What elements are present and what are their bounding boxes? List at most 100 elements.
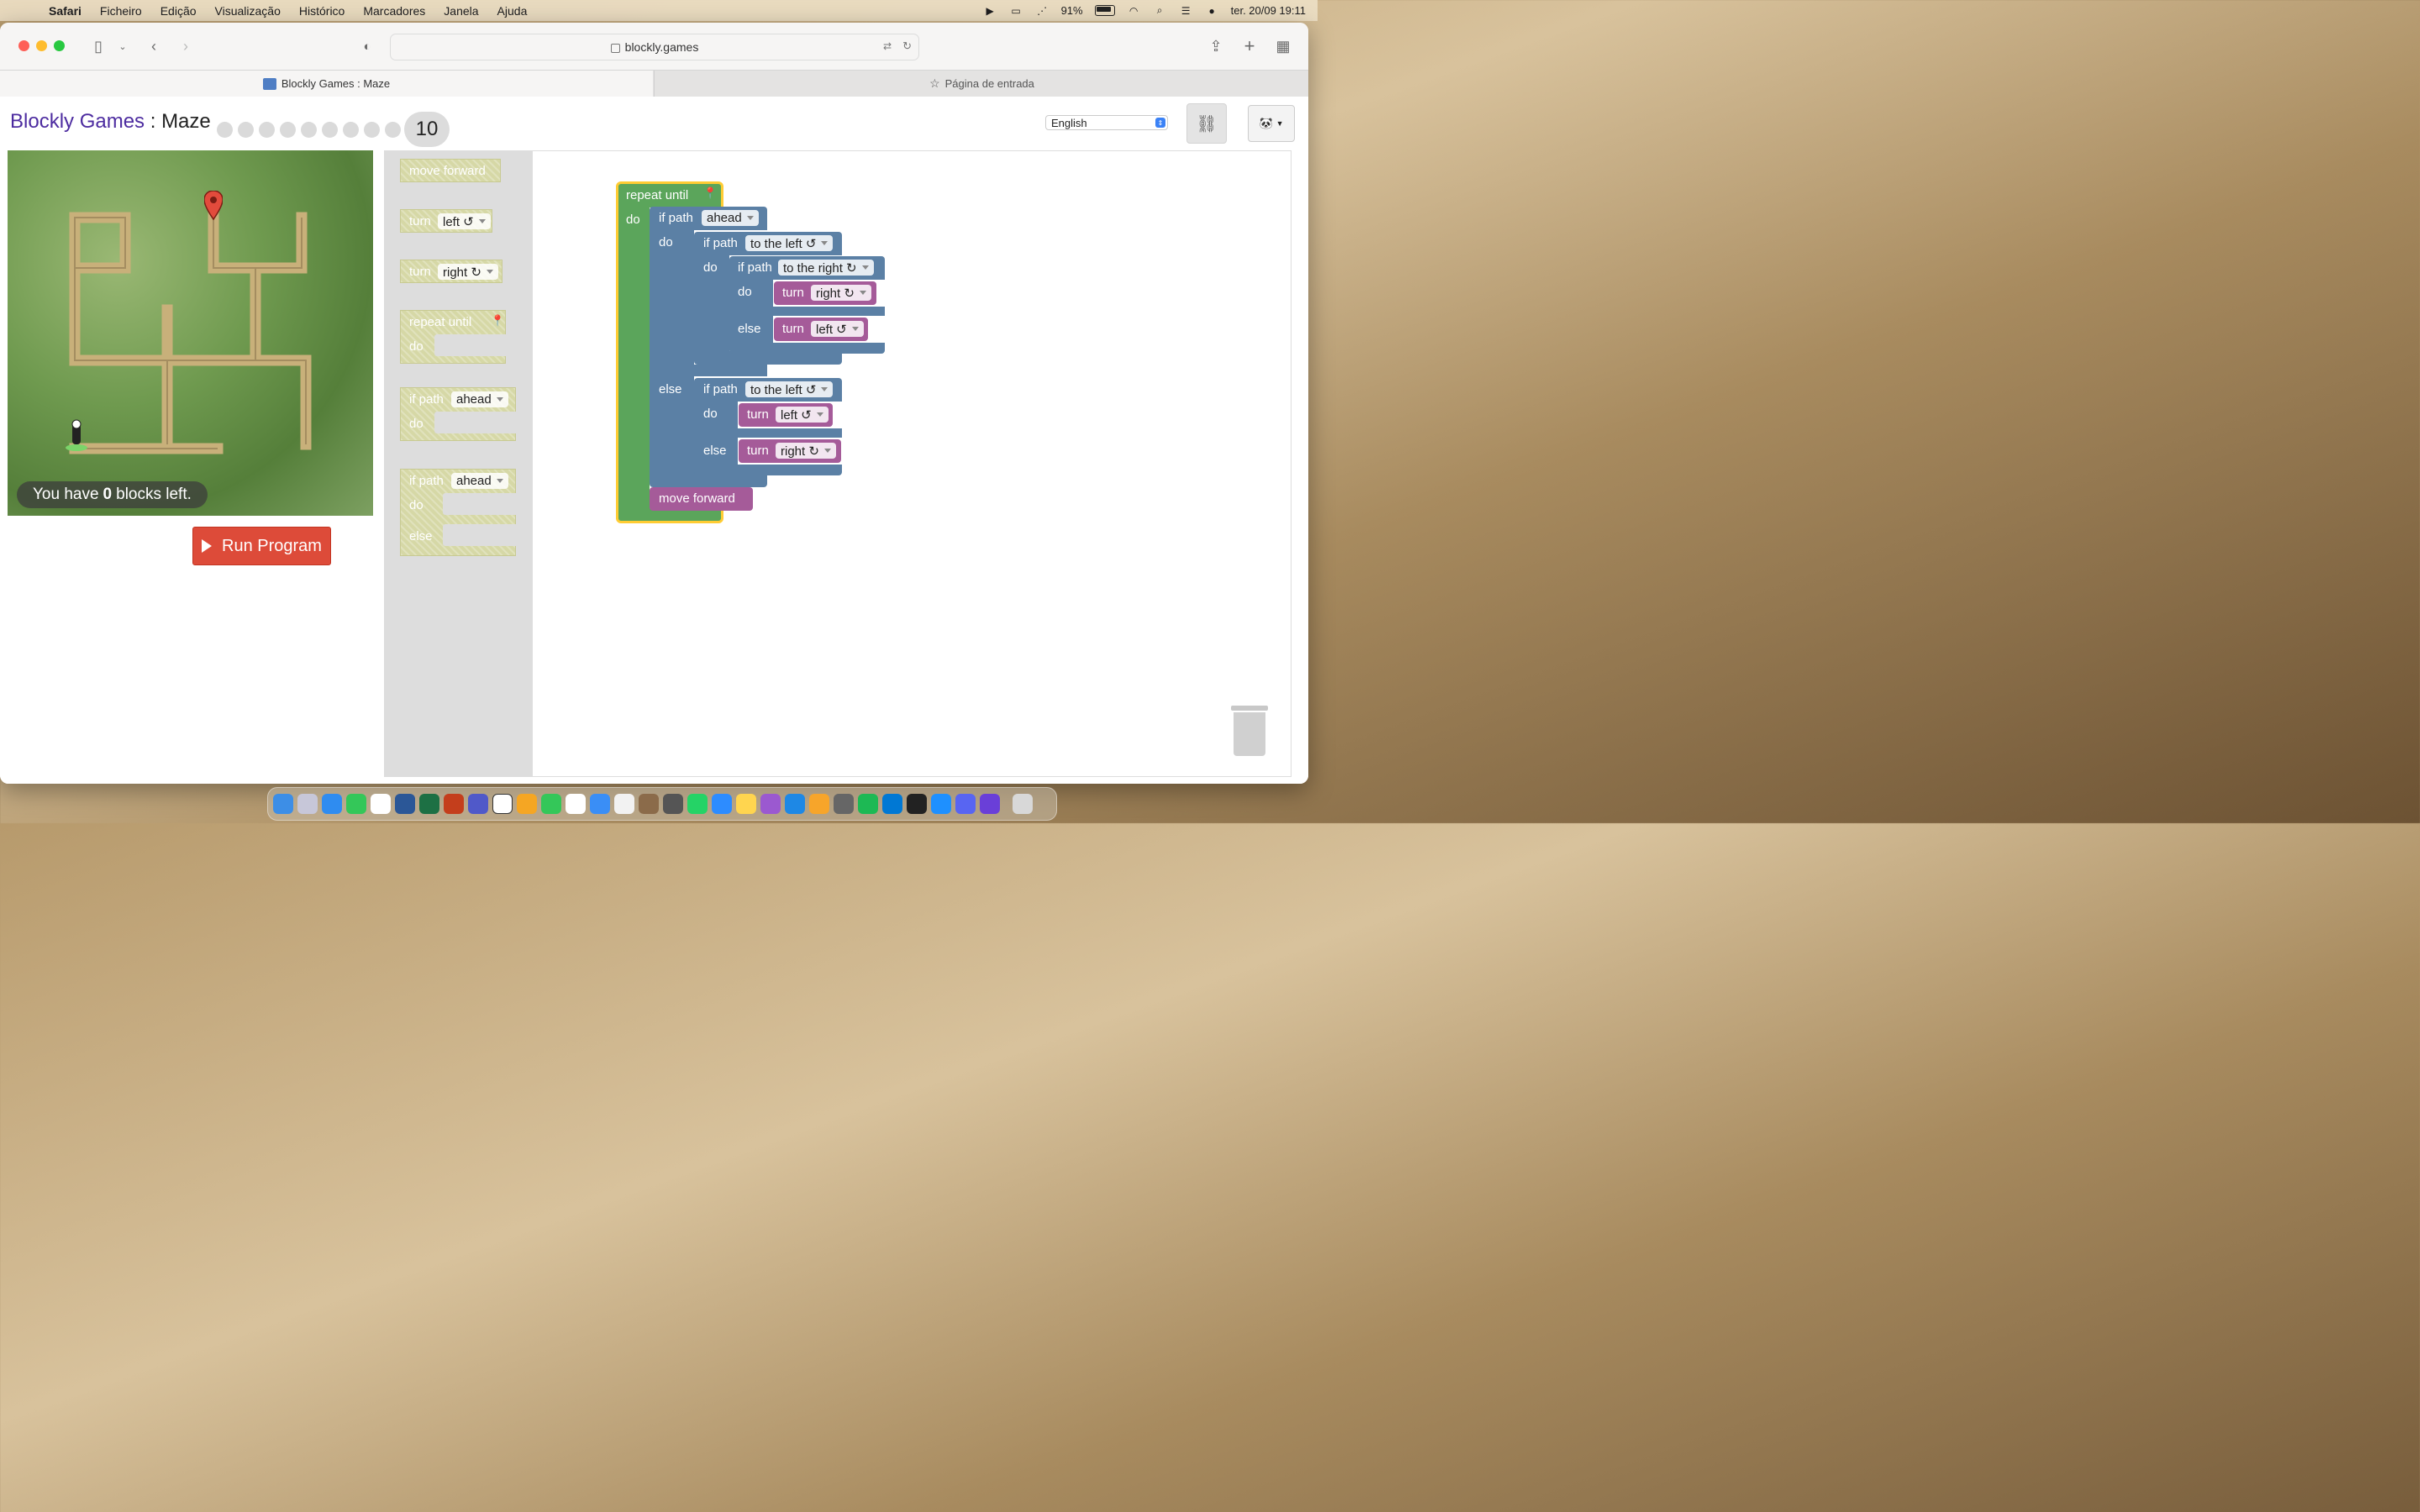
menu-edicao[interactable]: Edição bbox=[160, 4, 197, 18]
trash-dock-icon[interactable] bbox=[1013, 794, 1033, 814]
menu-ficheiro[interactable]: Ficheiro bbox=[100, 4, 142, 18]
notes-icon[interactable] bbox=[736, 794, 756, 814]
direction-dropdown[interactable]: right ↻ bbox=[776, 443, 836, 459]
back-icon[interactable]: ‹ bbox=[146, 36, 161, 56]
level-dot[interactable] bbox=[301, 121, 317, 138]
tab-overview-icon[interactable]: ▦ bbox=[1275, 36, 1292, 56]
link-button[interactable]: ⛓ bbox=[1186, 103, 1227, 144]
direction-dropdown[interactable]: right ↻ bbox=[811, 285, 871, 301]
pegman-button[interactable]: 🐼 ▼ bbox=[1248, 105, 1295, 142]
powerpoint-icon[interactable] bbox=[444, 794, 464, 814]
keynote-icon[interactable] bbox=[785, 794, 805, 814]
calculator-icon[interactable] bbox=[663, 794, 683, 814]
apple-icon[interactable] bbox=[17, 3, 32, 18]
word-icon[interactable] bbox=[395, 794, 415, 814]
toolbox-if-path-block[interactable]: if path ahead do bbox=[400, 387, 517, 441]
path-dropdown[interactable]: to the left ↺ bbox=[745, 235, 834, 251]
level-dot[interactable] bbox=[259, 121, 275, 138]
current-level[interactable]: 10 bbox=[404, 112, 450, 147]
screenshot-icon[interactable] bbox=[834, 794, 854, 814]
program-turn-left-block[interactable]: turn left ↺ bbox=[739, 403, 833, 427]
path-dropdown[interactable]: to the right ↻ bbox=[778, 260, 874, 276]
display-icon[interactable]: ▭ bbox=[1009, 5, 1023, 17]
zoom-window-button[interactable] bbox=[54, 40, 65, 51]
excel-icon[interactable] bbox=[419, 794, 439, 814]
level-dot[interactable] bbox=[217, 121, 233, 138]
program-move-forward-block[interactable]: move forward bbox=[650, 487, 753, 511]
vscode-icon[interactable] bbox=[882, 794, 902, 814]
terminal-icon[interactable] bbox=[907, 794, 927, 814]
direction-dropdown[interactable]: left ↺ bbox=[776, 407, 829, 423]
clock[interactable]: ter. 20/09 19:11 bbox=[1231, 4, 1306, 17]
forward-icon[interactable]: › bbox=[178, 36, 193, 56]
trash-icon[interactable] bbox=[1231, 706, 1268, 756]
menu-marcadores[interactable]: Marcadores bbox=[363, 4, 425, 18]
safari-icon[interactable] bbox=[322, 794, 342, 814]
play-icon[interactable]: ▶ bbox=[983, 5, 997, 17]
direction-dropdown[interactable]: right ↻ bbox=[438, 264, 498, 280]
blockly-games-link[interactable]: Blockly Games bbox=[10, 110, 145, 133]
path-dropdown[interactable]: ahead bbox=[702, 210, 759, 226]
zoom-icon[interactable] bbox=[712, 794, 732, 814]
program-turn-left-block[interactable]: turn left ↺ bbox=[774, 318, 868, 341]
discord-icon[interactable] bbox=[955, 794, 976, 814]
imovie-icon[interactable] bbox=[980, 794, 1000, 814]
path-dropdown[interactable]: to the left ↺ bbox=[745, 381, 834, 397]
level-dot[interactable] bbox=[343, 121, 359, 138]
level-dot[interactable] bbox=[364, 121, 380, 138]
finder-icon[interactable] bbox=[273, 794, 293, 814]
language-select[interactable]: English ⇕ bbox=[1045, 115, 1168, 130]
tab-start-page[interactable]: ☆ Página de entrada bbox=[654, 71, 1308, 97]
menu-safari[interactable]: Safari bbox=[49, 4, 82, 18]
podcasts-icon[interactable] bbox=[760, 794, 781, 814]
tab-blockly-maze[interactable]: Blockly Games : Maze bbox=[0, 71, 653, 97]
minimize-window-button[interactable] bbox=[36, 40, 47, 51]
translate-icon[interactable]: ⇄ bbox=[883, 40, 892, 52]
menu-visualizacao[interactable]: Visualização bbox=[215, 4, 281, 18]
contacts-icon[interactable] bbox=[639, 794, 659, 814]
notion-icon[interactable] bbox=[492, 794, 513, 814]
whatsapp-icon[interactable] bbox=[687, 794, 708, 814]
facetime-icon[interactable] bbox=[541, 794, 561, 814]
new-tab-icon[interactable]: + bbox=[1241, 35, 1258, 56]
dots-icon[interactable]: ⋰ bbox=[1035, 5, 1050, 17]
share-icon[interactable]: ⇪ bbox=[1207, 36, 1224, 56]
pages-icon[interactable] bbox=[809, 794, 829, 814]
direction-dropdown[interactable]: left ↺ bbox=[811, 321, 864, 337]
toolbox-move-forward-block[interactable]: move forward bbox=[400, 159, 501, 182]
teams-icon[interactable] bbox=[468, 794, 488, 814]
battery-icon[interactable] bbox=[1094, 5, 1115, 16]
mail-icon[interactable] bbox=[590, 794, 610, 814]
menu-historico[interactable]: Histórico bbox=[299, 4, 345, 18]
program-turn-right-block[interactable]: turn right ↻ bbox=[739, 439, 841, 463]
app-store-icon[interactable] bbox=[931, 794, 951, 814]
close-window-button[interactable] bbox=[18, 40, 29, 51]
toolbox-turn-right-block[interactable]: turn right ↻ bbox=[400, 260, 502, 283]
shield-icon[interactable]: ◐ bbox=[360, 36, 375, 56]
chevron-down-icon[interactable]: ⌄ bbox=[118, 36, 128, 56]
reload-icon[interactable]: ↻ bbox=[902, 39, 912, 53]
path-dropdown[interactable]: ahead bbox=[451, 473, 508, 489]
wifi-icon[interactable]: ◠ bbox=[1127, 5, 1141, 17]
toolbox-if-else-path-block[interactable]: if path ahead do else bbox=[400, 469, 517, 556]
photos-icon[interactable] bbox=[517, 794, 537, 814]
address-bar[interactable]: blockly.games ⇄ ↻ bbox=[390, 34, 919, 60]
toolbox-turn-left-block[interactable]: turn left ↺ bbox=[400, 209, 492, 233]
level-dot[interactable] bbox=[238, 121, 254, 138]
direction-dropdown[interactable]: left ↺ bbox=[438, 213, 491, 229]
toolbox-repeat-until-block[interactable]: repeat until 📍 do bbox=[400, 310, 507, 364]
maps-icon[interactable] bbox=[371, 794, 391, 814]
level-dot[interactable] bbox=[322, 121, 338, 138]
search-icon[interactable]: ⌕ bbox=[1153, 4, 1167, 17]
control-center-icon[interactable]: ☰ bbox=[1179, 5, 1193, 17]
reminders-icon[interactable] bbox=[614, 794, 634, 814]
sidebar-icon[interactable]: ▯ bbox=[89, 36, 108, 56]
path-dropdown[interactable]: ahead bbox=[451, 391, 508, 407]
launchpad-icon[interactable] bbox=[297, 794, 318, 814]
spotify-icon[interactable] bbox=[858, 794, 878, 814]
run-program-button[interactable]: Run Program bbox=[192, 527, 331, 565]
level-dot[interactable] bbox=[385, 121, 401, 138]
level-dot[interactable] bbox=[280, 121, 296, 138]
siri-icon[interactable]: ● bbox=[1205, 5, 1219, 17]
calendar-icon[interactable] bbox=[566, 794, 586, 814]
